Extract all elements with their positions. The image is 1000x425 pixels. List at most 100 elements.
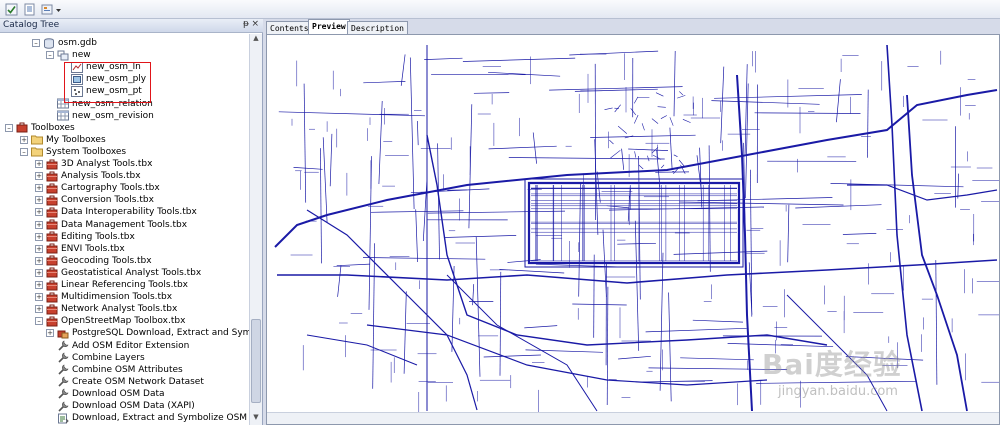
tab-preview[interactable]: Preview [308, 19, 350, 35]
geodatabase-icon [43, 37, 55, 49]
tree-item[interactable]: Create OSM Network Dataset [46, 376, 204, 388]
expand-icon[interactable]: + [35, 220, 43, 229]
road-line [657, 106, 666, 108]
expand-icon[interactable]: + [35, 305, 43, 314]
road-line [680, 357, 754, 361]
tree-item[interactable]: + Multidimension Tools.tbx [35, 291, 172, 303]
tree-item[interactable]: + Geostatistical Analyst Tools.tbx [35, 267, 201, 279]
toolbox-icon [46, 280, 58, 291]
expand-icon[interactable]: + [35, 232, 43, 241]
road-line [656, 150, 661, 188]
catalog-vertical-scrollbar[interactable]: ▲ ▼ [249, 34, 262, 425]
tree-item[interactable]: + Geocoding Tools.tbx [35, 255, 152, 267]
toolbox-icon [46, 255, 58, 266]
document-icon[interactable] [22, 2, 36, 16]
road-line [527, 181, 741, 265]
tree-item-label: Combine Layers [72, 352, 145, 363]
tree-item[interactable]: Download OSM Data (XAPI) [46, 400, 195, 412]
expand-icon[interactable]: + [35, 244, 43, 253]
road-line [673, 250, 768, 255]
folder-icon [31, 134, 43, 145]
tree-item-label: osm.gdb [58, 38, 97, 48]
road-line [621, 148, 625, 170]
preview-horizontal-scrollbar[interactable] [267, 412, 999, 424]
tree-item[interactable]: Combine OSM Attributes [46, 364, 183, 376]
expand-icon[interactable]: + [35, 184, 43, 193]
scroll-up-icon[interactable]: ▲ [250, 34, 262, 46]
tree-item[interactable]: + Cartography Tools.tbx [35, 182, 160, 194]
road-line [754, 112, 861, 114]
road-line [596, 171, 601, 203]
tree-item[interactable]: + Conversion Tools.tbx [35, 194, 154, 206]
toolbox-icon [46, 304, 58, 315]
tab-description[interactable]: Description [347, 21, 408, 35]
close-icon[interactable]: × [251, 19, 259, 29]
folder-icon [31, 146, 43, 157]
tree-item[interactable]: Download OSM Data [46, 388, 165, 400]
toolbar-dropdown-icon[interactable] [55, 2, 62, 16]
tree-item[interactable]: + Data Interoperability Tools.tbx [35, 206, 197, 218]
tree-item[interactable]: + Editing Tools.tbx [35, 231, 135, 243]
expand-icon[interactable]: + [35, 268, 43, 277]
tree-item[interactable]: – OpenStreetMap Toolbox.tbx [35, 315, 185, 327]
collapse-icon[interactable]: – [46, 51, 54, 60]
collapse-icon[interactable]: – [5, 123, 13, 132]
pin-icon[interactable]: ᵽ [243, 19, 249, 29]
expand-icon[interactable]: + [35, 196, 43, 205]
road-line [370, 210, 464, 213]
collapse-icon[interactable]: – [35, 317, 43, 326]
tree-item-label: Download OSM Data (XAPI) [72, 401, 195, 411]
tree-item[interactable]: – osm.gdb [32, 37, 97, 49]
road-line [322, 137, 328, 223]
expand-icon[interactable]: + [35, 293, 43, 302]
tree-item[interactable]: + Analysis Tools.tbx [35, 170, 141, 182]
tree-item[interactable]: + ENVI Tools.tbx [35, 243, 125, 255]
tree-item-label: Create OSM Network Dataset [72, 376, 204, 387]
tree-item-label: Geocoding Tools.tbx [61, 255, 152, 266]
tree-item-label: PostgreSQL Download, Extract and Symboli… [72, 328, 249, 339]
road-line [508, 157, 665, 160]
tree-item[interactable]: +3D Analyst Tools.tbx [35, 158, 152, 170]
expand-icon[interactable]: + [35, 256, 43, 265]
road-line [673, 50, 676, 117]
toolbox-icon [46, 231, 58, 242]
road-line [745, 83, 749, 199]
road-line [293, 167, 323, 170]
tree-item[interactable]: Download, Extract and Symbolize OSM Da [46, 412, 249, 424]
tab-contents[interactable]: Contents [266, 21, 313, 35]
expand-icon[interactable]: + [35, 172, 43, 181]
tree-item[interactable]: – Toolboxes [5, 122, 75, 134]
tree-item[interactable]: + Linear Referencing Tools.tbx [35, 279, 188, 291]
expand-icon[interactable]: + [35, 281, 43, 289]
tree-item-label: Add OSM Editor Extension [72, 340, 190, 351]
collapse-icon[interactable]: – [32, 39, 40, 47]
toolset-icon [57, 328, 69, 339]
expand-icon[interactable]: + [35, 208, 43, 217]
tree-item[interactable]: – System Toolboxes [20, 146, 126, 158]
scroll-thumb[interactable] [251, 319, 261, 403]
checkmark-icon[interactable] [4, 2, 18, 16]
tree-item[interactable]: + My Toolboxes [20, 134, 106, 146]
tree-item[interactable]: + PostgreSQL Download, Extract and Symbol… [46, 327, 249, 339]
tree-item-label: Analysis Tools.tbx [61, 171, 141, 182]
tree-item-label: Conversion Tools.tbx [61, 195, 154, 206]
tree-item[interactable]: Combine Layers [46, 352, 145, 364]
tree-item-label: System Toolboxes [46, 146, 127, 157]
collapse-icon[interactable]: – [20, 147, 28, 156]
tree-item[interactable]: + Data Management Tools.tbx [35, 219, 187, 231]
tree-item-label: Download OSM Data [72, 388, 165, 399]
road-line [787, 204, 790, 263]
expand-icon[interactable]: + [35, 160, 43, 168]
road-line [836, 79, 841, 123]
tree-item[interactable]: new_osm_revision [46, 110, 154, 122]
tree-item[interactable]: + Network Analyst Tools.tbx [35, 303, 177, 315]
tree-item[interactable]: – new [46, 49, 91, 61]
road-line [935, 260, 938, 385]
expand-icon[interactable]: + [20, 135, 28, 144]
properties-icon[interactable] [40, 2, 54, 16]
road-line [630, 108, 637, 116]
tree-item-label: Data Management Tools.tbx [61, 219, 188, 230]
expand-icon[interactable]: + [46, 329, 54, 338]
scroll-down-icon[interactable]: ▼ [250, 413, 262, 425]
tree-item[interactable]: Add OSM Editor Extension [46, 340, 189, 352]
